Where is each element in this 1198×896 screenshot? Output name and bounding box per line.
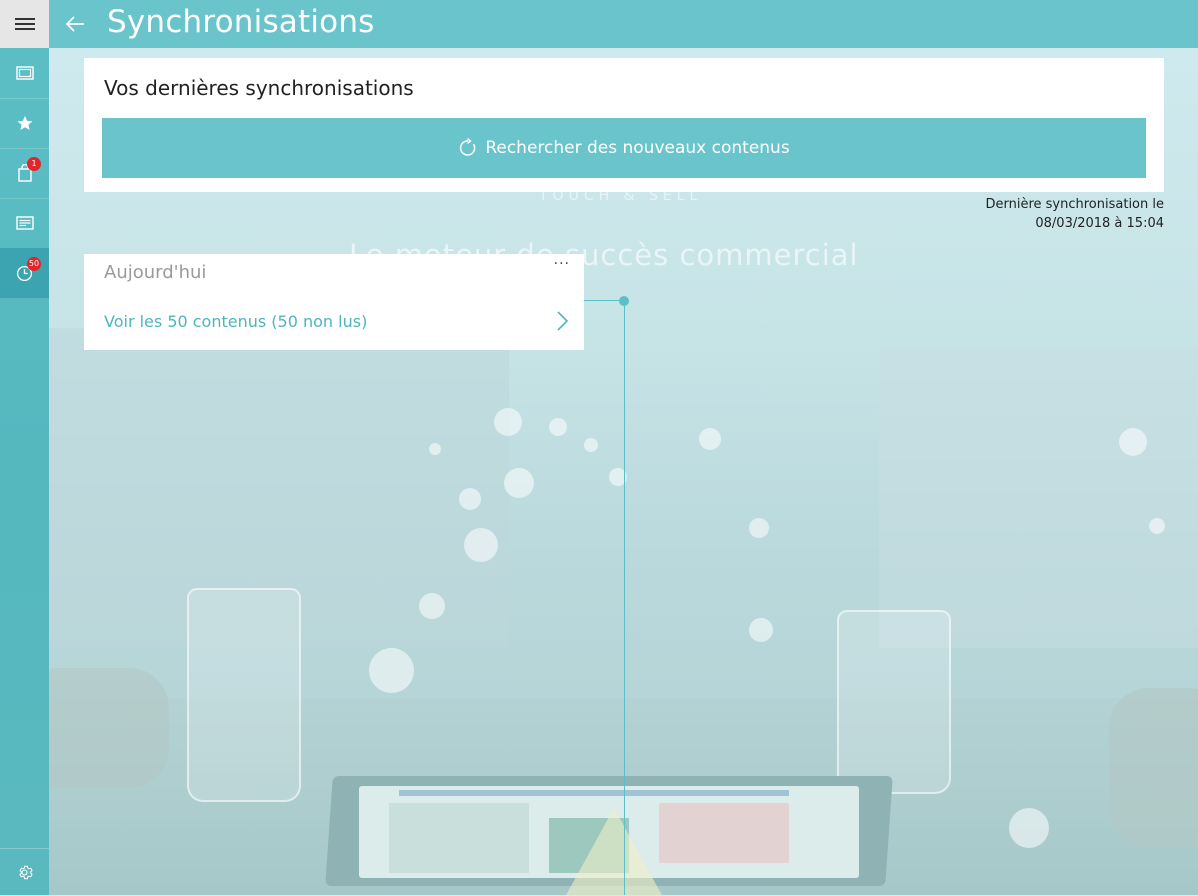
sidebar-item-news[interactable] bbox=[0, 198, 49, 249]
timeline-entry: Aujourd'hui ··· Voir les 50 contenus (50… bbox=[84, 254, 584, 350]
timeline-axis bbox=[624, 301, 625, 895]
timeline-dot bbox=[619, 296, 629, 306]
hamburger-icon bbox=[14, 18, 35, 30]
sync-panel-heading: Vos dernières synchronisations bbox=[104, 76, 414, 100]
back-button[interactable] bbox=[63, 12, 87, 36]
chevron-right-icon bbox=[557, 311, 568, 331]
header-bar: Synchronisations bbox=[49, 0, 1198, 48]
view-contents-link[interactable]: Voir les 50 contenus (50 non lus) bbox=[104, 306, 568, 336]
sidebar: 1 50 bbox=[0, 0, 49, 895]
page-title: Synchronisations bbox=[107, 4, 375, 40]
history-badge: 50 bbox=[27, 257, 41, 271]
last-sync-info: Dernière synchronisation le 08/03/2018 à… bbox=[985, 195, 1164, 233]
view-contents-label: Voir les 50 contenus (50 non lus) bbox=[104, 311, 368, 331]
star-icon bbox=[17, 115, 32, 131]
search-new-content-button[interactable]: Rechercher des nouveaux contenus bbox=[102, 118, 1146, 178]
timeline-entry-date: Aujourd'hui bbox=[104, 262, 207, 283]
gear-icon bbox=[19, 865, 33, 880]
last-sync-label: Dernière synchronisation le bbox=[985, 197, 1164, 212]
basket-badge: 1 bbox=[27, 157, 41, 171]
settings-button[interactable] bbox=[0, 848, 49, 896]
menu-button[interactable] bbox=[0, 0, 49, 48]
timeline-connector bbox=[584, 300, 624, 301]
sidebar-item-favorites[interactable] bbox=[0, 98, 49, 149]
newspaper-icon bbox=[15, 216, 34, 230]
slides-icon bbox=[15, 66, 34, 80]
sidebar-item-contents[interactable] bbox=[0, 48, 49, 99]
refresh-icon bbox=[458, 138, 478, 158]
sync-panel: Vos dernières synchronisations Recherche… bbox=[84, 58, 1164, 192]
sidebar-item-history[interactable]: 50 bbox=[0, 248, 49, 299]
back-arrow-icon bbox=[65, 16, 84, 32]
sidebar-item-basket[interactable]: 1 bbox=[0, 148, 49, 199]
last-sync-datetime: 08/03/2018 à 15:04 bbox=[1035, 216, 1164, 231]
more-options-button[interactable]: ··· bbox=[554, 256, 570, 272]
search-new-content-label: Rechercher des nouveaux contenus bbox=[485, 138, 790, 158]
